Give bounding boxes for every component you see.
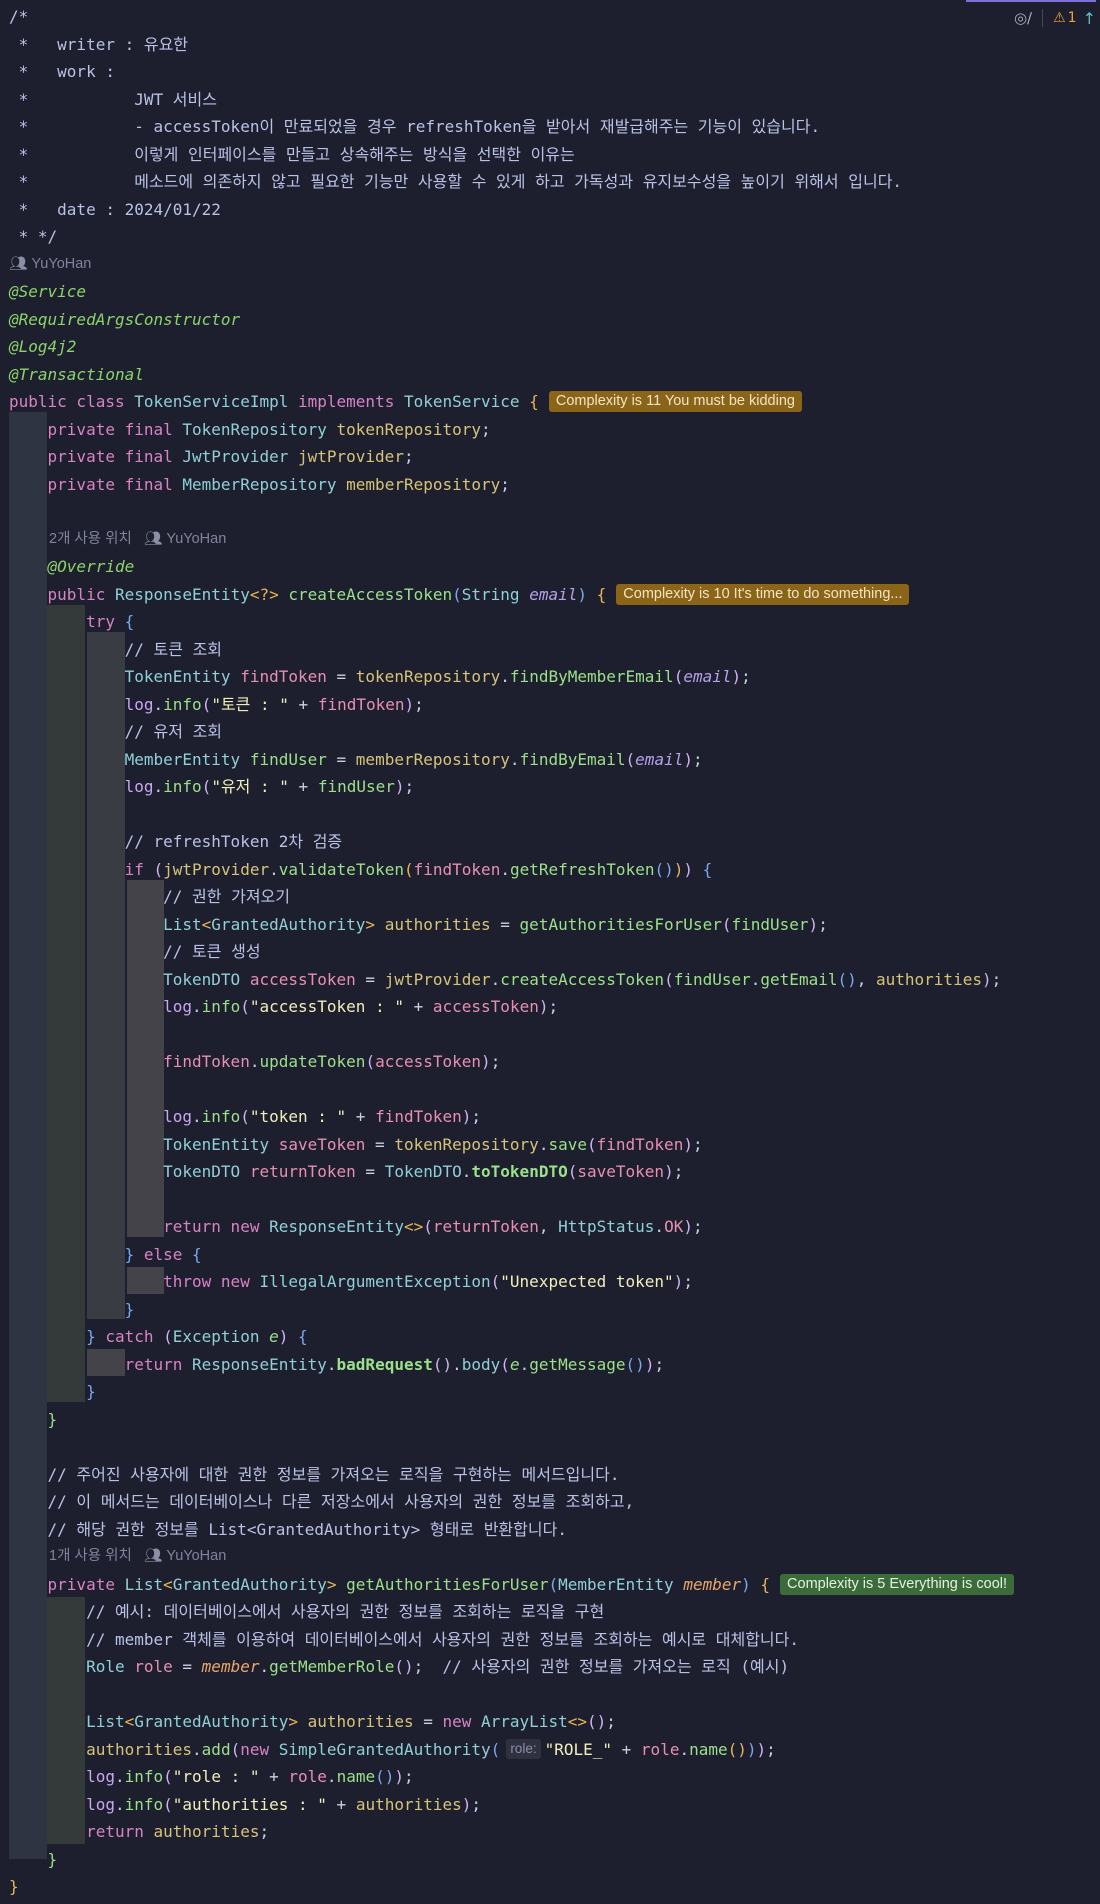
code-line: log.info("유저 : " + findUser); xyxy=(124,777,415,796)
parameter-hint: role: xyxy=(506,1739,541,1759)
code-line: log.info("accessToken : " + accessToken)… xyxy=(163,997,559,1016)
users-icon: 👥︎ xyxy=(9,255,28,272)
code-line: Role role = member.getMemberRole(); // 사… xyxy=(86,1657,790,1676)
comment-line: // 유저 조회 xyxy=(124,722,223,741)
users-icon: 👥︎ xyxy=(143,530,163,547)
users-icon: 👥︎ xyxy=(143,1548,163,1564)
comment-line: // 이 메서드는 데이터베이스나 다른 저장소에서 사용자의 권한 정보를 조… xyxy=(47,1492,635,1511)
comment-line: * date : 2024/01/22 xyxy=(9,199,221,219)
comment-line: // member 객체를 이용하여 데이터베이스에서 사용자의 권한 정보를 … xyxy=(86,1629,800,1649)
code-line: return new ResponseEntity<>(returnToken,… xyxy=(163,1217,703,1236)
code-line: } xyxy=(9,1877,19,1896)
annotation-line: @Transactional xyxy=(9,364,144,384)
comment-line: * 메소드에 의존하지 않고 필요한 기능만 사용할 수 있게 하고 가독성과 … xyxy=(9,172,903,191)
comment-line: /* xyxy=(9,7,29,26)
usage-hint[interactable]: 2개 사용 위치 👥︎ YuYoHan xyxy=(0,526,1100,554)
code-line: List<GrantedAuthority> authorities = new… xyxy=(86,1712,616,1731)
author-name: YuYoHan xyxy=(31,255,92,272)
field-line: private final MemberRepository memberRep… xyxy=(47,474,510,494)
code-line: TokenEntity findToken = tokenRepository.… xyxy=(124,667,751,686)
comment-line: // refreshToken 2차 검증 xyxy=(124,832,343,851)
comment-line: * - accessToken이 만료되었을 경우 refreshToken을 … xyxy=(9,117,821,136)
code-line: MemberEntity findUser = memberRepository… xyxy=(124,749,703,769)
annotation-line: @Log4j2 xyxy=(9,337,77,356)
code-line: log.info("authorities : " + authorities)… xyxy=(86,1794,482,1814)
code-line: return authorities; xyxy=(86,1822,270,1841)
comment-line: * */ xyxy=(9,227,58,246)
code-line: } xyxy=(47,1849,58,1869)
annotation-line: @Service xyxy=(9,282,87,301)
code-line: if (jwtProvider.validateToken(findToken.… xyxy=(124,859,713,879)
code-line: log.info("토큰 : " + findToken); xyxy=(124,694,424,714)
method-declaration: public ResponseEntity<?> createAccessTok… xyxy=(0,581,1100,609)
code-line: authorities.add(new SimpleGrantedAuthori… xyxy=(86,1739,776,1759)
code-line: TokenDTO accessToken = jwtProvider.creat… xyxy=(163,969,1002,989)
field-line: private final JwtProvider jwtProvider; xyxy=(47,447,414,466)
code-line: return ResponseEntity.badRequest().body(… xyxy=(124,1354,665,1374)
complexity-badge[interactable]: Complexity is 11 You must be kidding xyxy=(548,391,802,412)
comment-line: // 권한 가져오기 xyxy=(163,887,290,906)
usage-count[interactable]: 1개 사용 위치 xyxy=(49,1548,132,1564)
field-line: private final TokenRepository tokenRepos… xyxy=(47,419,491,439)
active-tab-indicator xyxy=(966,0,1096,2)
code-line: TokenEntity saveToken = tokenRepository.… xyxy=(163,1134,703,1154)
annotation-line: @RequiredArgsConstructor xyxy=(9,309,241,329)
code-line: findToken.updateToken(accessToken); xyxy=(163,1052,501,1071)
class-declaration: public class TokenServiceImpl implements… xyxy=(0,388,1100,416)
code-line: } xyxy=(47,1409,58,1429)
comment-line: // 토큰 조회 xyxy=(124,639,223,659)
code-line: @Override xyxy=(47,557,135,576)
usage-count[interactable]: 2개 사용 위치 xyxy=(49,531,132,547)
author-name: YuYoHan xyxy=(166,530,227,547)
comment-line: // 예시: 데이터베이스에서 사용자의 권한 정보를 조회하는 로직을 구현 xyxy=(86,1602,605,1621)
code-line: } catch (Exception e) { xyxy=(86,1327,308,1346)
method-declaration: private List<GrantedAuthority> getAuthor… xyxy=(0,1571,1100,1599)
comment-line: * JWT 서비스 xyxy=(9,89,217,109)
code-line: log.info("token : " + findToken); xyxy=(163,1107,482,1126)
code-line: TokenDTO returnToken = TokenDTO.toTokenD… xyxy=(163,1162,684,1181)
comment-line: * writer : 유요한 xyxy=(9,34,189,54)
comment-line: // 해당 권한 정보를 List<GrantedAuthority> 형태로 … xyxy=(47,1519,567,1539)
comment-line: * work : xyxy=(9,62,115,81)
author-hint[interactable]: 👥︎ YuYoHan xyxy=(0,251,1100,279)
code-line: List<GrantedAuthority> authorities = get… xyxy=(163,914,828,934)
comment-line: // 주어진 사용자에 대한 권한 정보를 가져오는 로직을 구현하는 메서드입… xyxy=(47,1464,620,1484)
comment-line: // 토큰 생성 xyxy=(163,942,261,961)
comment-line: * 이렇게 인터페이스를 만들고 상속해주는 방식을 선택한 이유는 xyxy=(9,144,575,164)
complexity-badge[interactable]: Complexity is 5 Everything is cool! xyxy=(780,1573,1015,1595)
code-line: } else { xyxy=(124,1244,202,1264)
code-line: try { xyxy=(86,612,135,631)
code-line: } xyxy=(124,1299,135,1319)
code-line: log.info("role : " + role.name()); xyxy=(86,1767,414,1786)
author-name: YuYoHan xyxy=(166,1548,227,1564)
code-editor[interactable]: /* * writer : 유요한 * work : * JWT 서비스 * -… xyxy=(0,3,1100,1901)
code-line: } xyxy=(86,1382,96,1401)
usage-hint[interactable]: 1개 사용 위치 👥︎ YuYoHan xyxy=(0,1543,1100,1571)
code-line: throw new IllegalArgumentException("Unex… xyxy=(163,1272,693,1291)
complexity-badge[interactable]: Complexity is 10 It's time to do somethi… xyxy=(616,583,910,605)
